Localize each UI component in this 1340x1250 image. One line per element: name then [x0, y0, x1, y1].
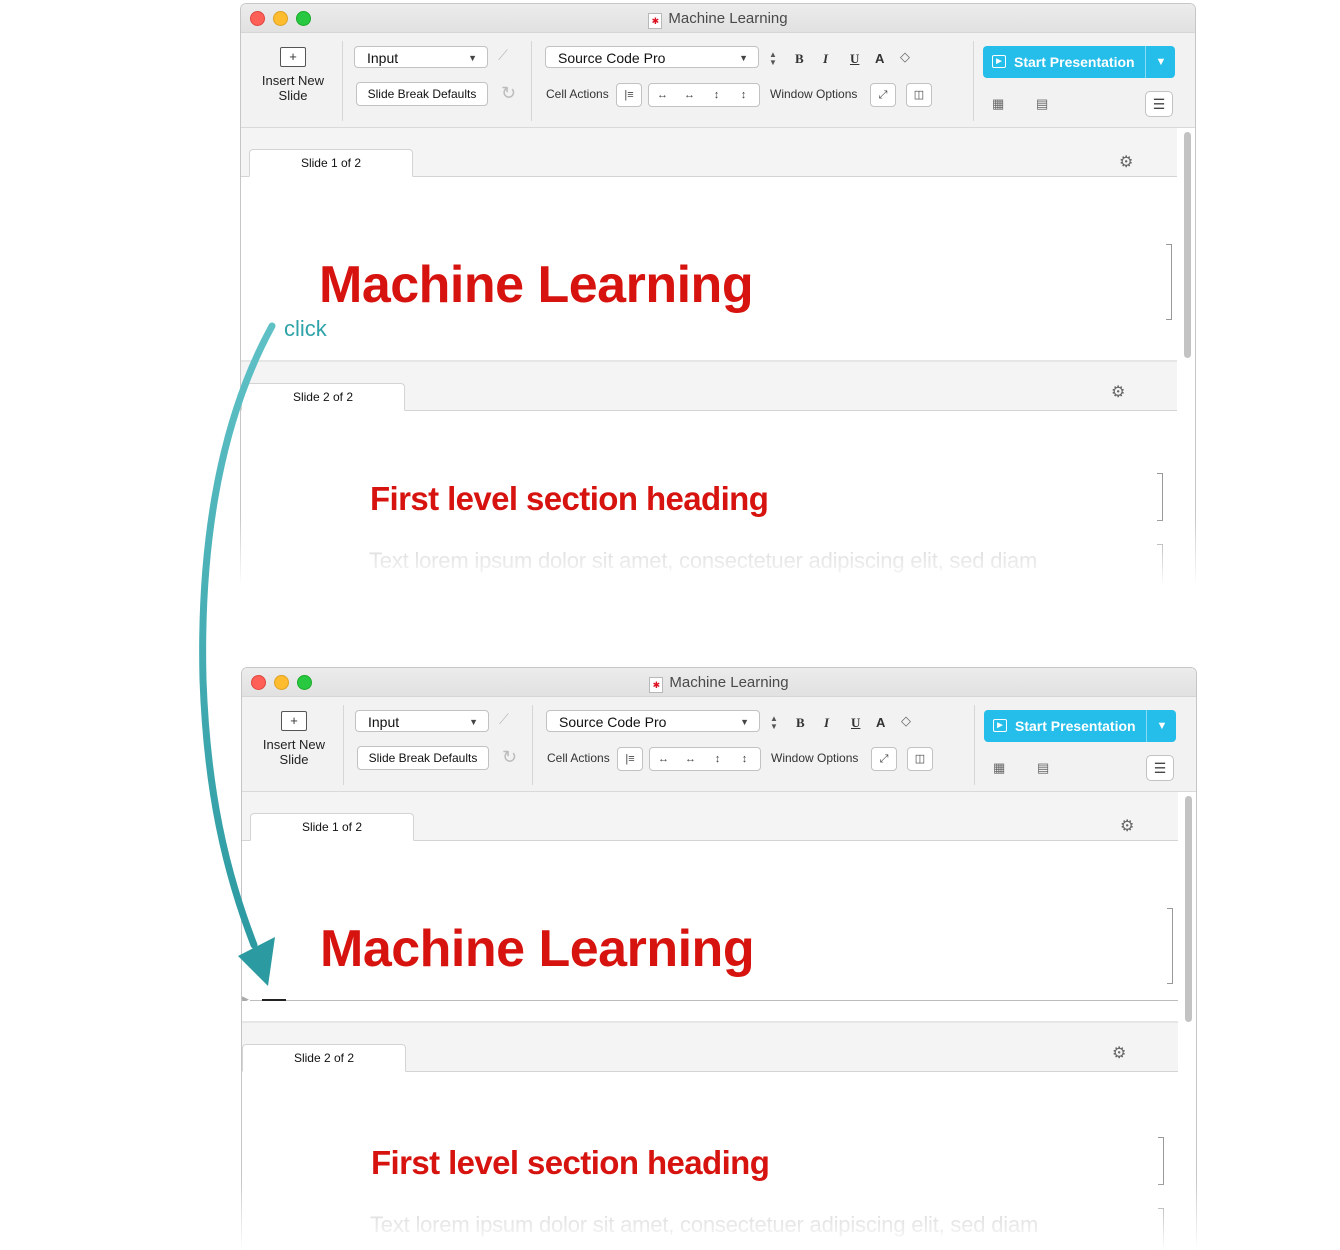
click-annotation-arrow	[199, 322, 276, 986]
click-annotation-label: click	[284, 316, 327, 341]
arrow-shaft	[199, 322, 276, 949]
